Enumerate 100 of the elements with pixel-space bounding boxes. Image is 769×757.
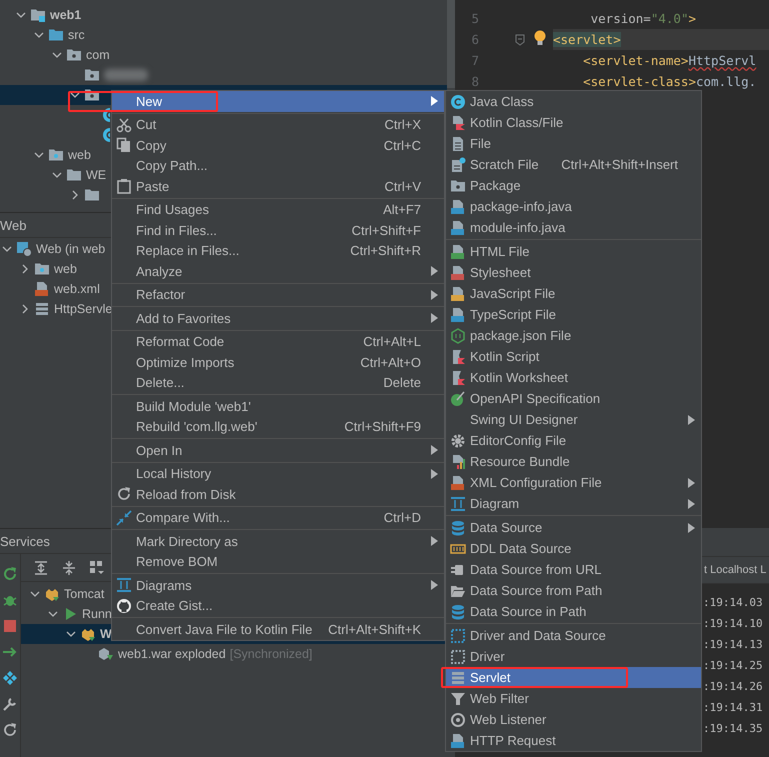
menu-item[interactable]: Rebuild 'com.llg.web' Ctrl+Shift+F9 xyxy=(112,416,444,437)
chevron-icon[interactable] xyxy=(20,304,30,314)
tree-item-label[interactable]: W xyxy=(100,627,112,641)
scrollbar[interactable] xyxy=(447,0,455,88)
tree-item-label[interactable]: Runn xyxy=(82,607,112,621)
chevron-icon[interactable] xyxy=(70,90,80,100)
tree-item-label[interactable]: web1.war exploded xyxy=(118,647,226,661)
menu-item[interactable]: Package xyxy=(446,175,701,196)
menu-item[interactable]: Local History xyxy=(112,464,444,484)
tree-item-label[interactable]: web xyxy=(54,262,77,276)
menu-item[interactable]: Java Class xyxy=(446,91,701,112)
tree-item-label[interactable]: WE xyxy=(86,168,106,182)
chevron-icon[interactable] xyxy=(48,609,58,619)
menu-item[interactable]: Stylesheet xyxy=(446,262,701,283)
menu-item[interactable]: File xyxy=(446,133,701,154)
menu-item[interactable]: Kotlin Worksheet xyxy=(446,367,701,388)
menu-item[interactable]: Data Source from URL xyxy=(446,559,701,580)
tree-item-label[interactable]: com xyxy=(86,48,110,62)
chevron-icon[interactable] xyxy=(52,170,62,180)
tree-item-label[interactable]: HttpServle xyxy=(54,302,112,316)
collapse-all-icon[interactable] xyxy=(61,560,77,576)
chevron-icon[interactable] xyxy=(70,190,80,200)
menu-item[interactable]: Cut Ctrl+X xyxy=(112,114,444,135)
menu-item[interactable]: Mark Directory as xyxy=(112,531,444,552)
menu-item[interactable]: Reload from Disk xyxy=(112,484,444,504)
menu-item[interactable]: EditorConfig File xyxy=(446,430,701,451)
menu-item[interactable]: Analyze xyxy=(112,261,444,282)
menu-item[interactable]: Create Gist... xyxy=(112,596,444,616)
tree-item-label[interactable]: web.xml xyxy=(54,282,100,296)
menu-item[interactable]: TypeScript File xyxy=(446,304,701,325)
menu-item[interactable]: Optimize Imports Ctrl+Alt+O xyxy=(112,352,444,372)
menu-item[interactable]: Convert Java File to Kotlin File Ctrl+Alt+Shift+K xyxy=(112,619,444,640)
expand-all-icon[interactable] xyxy=(33,560,49,576)
log-tab[interactable]: t Localhost L xyxy=(704,564,766,576)
lightbulb-icon[interactable] xyxy=(533,30,547,46)
menu-item[interactable]: Add to Favorites xyxy=(112,308,444,328)
group-icon[interactable] xyxy=(89,560,105,576)
menu-item[interactable]: XML Configuration File xyxy=(446,472,701,493)
menu-item[interactable]: New xyxy=(112,91,444,112)
log-line: :19:14.26 xyxy=(703,679,764,695)
fold-marker-icon[interactable] xyxy=(515,34,525,46)
resource-bundle-icon xyxy=(450,454,466,470)
log-line: :19:14.13 xyxy=(703,637,764,653)
menu-item[interactable]: Diagrams xyxy=(112,575,444,596)
menu-item[interactable]: Paste Ctrl+V xyxy=(112,176,444,196)
menu-item[interactable]: Diagram xyxy=(446,493,701,514)
artifact-icon xyxy=(98,646,114,662)
menu-item[interactable]: Data Source in Path xyxy=(446,601,701,622)
menu-item[interactable]: DDL Data Source xyxy=(446,538,701,559)
tree-item-label[interactable]: Tomcat xyxy=(64,587,104,601)
wrench-icon[interactable] xyxy=(2,696,18,712)
menu-item[interactable]: package-info.java xyxy=(446,196,701,217)
menu-item[interactable]: Refactor xyxy=(112,284,444,305)
tree-item-label[interactable]: Web (in web xyxy=(36,242,106,256)
menu-item[interactable]: Replace in Files... Ctrl+Shift+R xyxy=(112,240,444,261)
menu-item[interactable]: HTML File xyxy=(446,241,701,262)
chevron-icon[interactable] xyxy=(30,589,40,599)
tree-item-label[interactable]: src xyxy=(68,28,85,42)
menu-item[interactable]: Copy Ctrl+C xyxy=(112,135,444,156)
rerun-icon[interactable] xyxy=(2,566,18,582)
menu-item[interactable]: Kotlin Class/File xyxy=(446,112,701,133)
line-number: 5 xyxy=(470,11,480,26)
menu-item[interactable]: Resource Bundle xyxy=(446,451,701,472)
menu-item[interactable]: package.json File xyxy=(446,325,701,346)
chevron-icon[interactable] xyxy=(16,10,26,20)
menu-item[interactable]: OpenAPI Specification xyxy=(446,388,701,409)
menu-item[interactable]: Find Usages Alt+F7 xyxy=(112,200,444,220)
menu-item[interactable]: Reformat Code Ctrl+Alt+L xyxy=(112,332,444,352)
chevron-icon[interactable] xyxy=(34,30,44,40)
diamond-icon[interactable] xyxy=(2,670,18,686)
menu-item[interactable]: Driver and Data Source xyxy=(446,625,701,646)
menu-item[interactable]: Web Filter xyxy=(446,688,701,709)
menu-item[interactable]: HTTP Request xyxy=(446,730,701,751)
refresh-icon[interactable] xyxy=(2,722,18,738)
openapi-icon xyxy=(450,390,466,406)
menu-item[interactable]: JavaScript File xyxy=(446,283,701,304)
menu-item[interactable]: Data Source xyxy=(446,517,701,538)
chevron-icon[interactable] xyxy=(52,50,62,60)
stop-icon[interactable] xyxy=(2,618,18,634)
menu-item[interactable]: Kotlin Script xyxy=(446,346,701,367)
menu-item[interactable]: module-info.java xyxy=(446,217,701,238)
menu-item[interactable]: Build Module 'web1' xyxy=(112,396,444,416)
shortcut-text: Ctrl+C xyxy=(384,138,421,153)
menu-item[interactable]: Scratch File Ctrl+Alt+Shift+Insert xyxy=(446,154,701,175)
menu-item[interactable]: Compare With... Ctrl+D xyxy=(112,508,444,528)
tree-item-label[interactable]: web xyxy=(68,148,91,162)
menu-item[interactable]: Find in Files... Ctrl+Shift+F xyxy=(112,220,444,240)
menu-item[interactable]: Remove BOM xyxy=(112,552,444,572)
menu-item[interactable]: Data Source from Path xyxy=(446,580,701,601)
chevron-icon[interactable] xyxy=(66,629,76,639)
menu-item[interactable]: Delete... Delete xyxy=(112,372,444,393)
chevron-icon[interactable] xyxy=(34,150,44,160)
chevron-icon[interactable] xyxy=(2,244,12,254)
menu-item[interactable]: Web Listener xyxy=(446,709,701,730)
menu-item[interactable]: Swing UI Designer xyxy=(446,409,701,430)
menu-item[interactable]: Copy Path... xyxy=(112,156,444,176)
tree-item-label[interactable]: web1 xyxy=(50,8,82,22)
menu-item[interactable]: Open In xyxy=(112,440,444,460)
menu-item[interactable]: Driver xyxy=(446,646,701,667)
chevron-icon[interactable] xyxy=(20,264,30,274)
